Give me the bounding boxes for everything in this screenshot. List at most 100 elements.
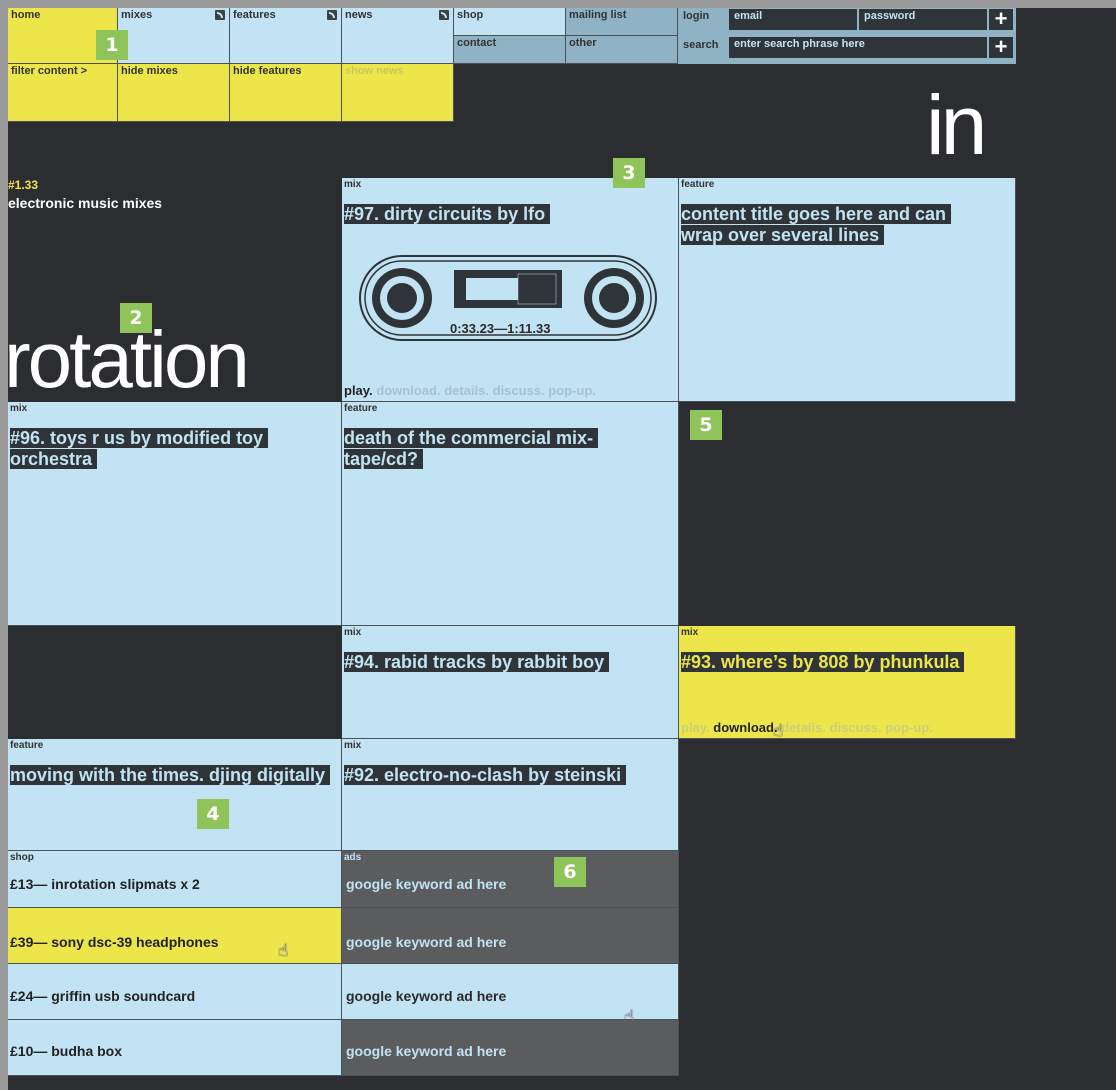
tile-tag: mix [344, 740, 362, 751]
nav-mailing-list[interactable]: mailing list [566, 8, 678, 36]
callout-badge: 6 [554, 857, 586, 887]
tile-title[interactable]: #97. dirty circuits by lfo [344, 204, 672, 225]
tile-tag: mix [681, 627, 699, 638]
ad-slot[interactable]: google keyword ad here ☝ [342, 964, 679, 1025]
ad-slot[interactable]: google keyword ad here [342, 1020, 679, 1076]
filter-content-label: filter content > [11, 65, 88, 77]
search-input[interactable]: enter search phrase here [729, 37, 987, 58]
rss-icon[interactable] [215, 10, 225, 20]
discuss-link[interactable]: discuss. [493, 383, 545, 398]
ad-text: google keyword ad here [346, 876, 507, 892]
tile-mix-94[interactable]: mix #94. rabid tracks by rabbit boy [342, 626, 679, 739]
tile-tag: feature [10, 740, 44, 751]
tile-title[interactable]: moving with the times. djing digitally [10, 765, 335, 786]
tile-tag: mix [344, 179, 362, 190]
details-link[interactable]: details. [444, 383, 489, 398]
password-field[interactable]: password [859, 9, 987, 30]
tile-tag: feature [681, 179, 715, 190]
show-news[interactable]: show news [342, 64, 454, 122]
discuss-link[interactable]: discuss. [830, 720, 882, 735]
tile-tag: mix [10, 403, 28, 414]
callout-badge: 2 [120, 303, 152, 333]
tile-title-text: moving with the times. djing digitally [10, 765, 331, 785]
callout-badge: 4 [197, 799, 229, 829]
shop-item[interactable]: £10— budha box [8, 1020, 342, 1076]
shop-item-label: £24— griffin usb soundcard [10, 988, 196, 1004]
tile-mix-96[interactable]: mix #96. toys r us by modified toy orche… [8, 402, 342, 626]
shop-item[interactable]: £24— griffin usb soundcard [8, 964, 342, 1020]
callout-badge: 1 [96, 30, 128, 60]
nav-news-label: news [345, 9, 373, 21]
filter-content[interactable]: filter content > [8, 64, 118, 122]
shop-item-label: £39— sony dsc-39 headphones [10, 934, 219, 950]
tile-tag: mix [344, 627, 362, 638]
nav-mailing-list-label: mailing list [569, 9, 627, 21]
shop-tag: shop [10, 852, 34, 863]
tile-title[interactable]: #96. toys r us by modified toy orchestra [10, 428, 335, 470]
download-link[interactable]: download. [713, 720, 777, 735]
callout-badge: 3 [613, 158, 645, 188]
tile-feature-moving[interactable]: feature moving with the times. djing dig… [8, 739, 342, 851]
ad-text: google keyword ad here [346, 1043, 507, 1059]
cassette-timecode: 0:33.23—1:11.33 [450, 321, 551, 336]
play-link[interactable]: play. [344, 383, 373, 398]
nav-contact[interactable]: contact [454, 36, 566, 64]
hide-mixes[interactable]: hide mixes [118, 64, 230, 122]
tile-title[interactable]: death of the commercial mix-tape/cd? [344, 428, 618, 470]
tile-mix-92[interactable]: mix #92. electro-no-clash by steinski [342, 739, 679, 851]
hide-mixes-label: hide mixes [121, 65, 178, 77]
tile-title-text: #97. dirty circuits by lfo [344, 204, 551, 224]
callout-badge: 5 [690, 410, 722, 440]
tagline: electronic music mixes [8, 195, 163, 211]
hide-features[interactable]: hide features [230, 64, 342, 122]
search-button[interactable]: + [989, 36, 1013, 58]
hide-features-label: hide features [233, 65, 302, 77]
tile-title[interactable]: content title goes here and can wrap ove… [681, 204, 965, 246]
search-label: search [683, 39, 719, 51]
nav-mixes[interactable]: mixes [118, 8, 230, 64]
nav-shop[interactable]: shop [454, 8, 566, 36]
nav-shop-label: shop [457, 9, 484, 21]
tile-feature-title[interactable]: feature content title goes here and can … [679, 178, 1016, 402]
tile-title-text: content title goes here and can wrap ove… [681, 204, 952, 245]
tile-mix-93[interactable]: mix #93. where’s by 808 by phunkula play… [679, 626, 1016, 739]
popup-link[interactable]: pop-up. [548, 383, 596, 398]
show-news-label: show news [345, 65, 404, 77]
shop-item-label: £10— budha box [10, 1043, 123, 1059]
download-link[interactable]: download. [376, 383, 440, 398]
login-button[interactable]: + [989, 8, 1013, 30]
tile-title-text: #96. toys r us by modified toy orchestra [10, 428, 269, 469]
hand-cursor-icon: ☝ [278, 941, 289, 960]
tile-mix-97[interactable]: mix #97. dirty circuits by lfo 0:33.23—1… [342, 178, 679, 402]
ad-slot[interactable]: google keyword ad here [342, 908, 679, 964]
tile-title[interactable]: #93. where’s by 808 by phunkula [681, 652, 1009, 673]
rss-icon[interactable] [327, 10, 337, 20]
nav-contact-label: contact [457, 37, 497, 49]
login-label: login [683, 10, 710, 22]
shop-item-label: £13— inrotation slipmats x 2 [10, 876, 200, 892]
tile-title[interactable]: #94. rabid tracks by rabbit boy [344, 652, 672, 673]
nav-other[interactable]: other [566, 36, 678, 64]
nav-features-label: features [233, 9, 276, 21]
ad-text: google keyword ad here [346, 934, 507, 950]
shop-item[interactable]: £39— sony dsc-39 headphones ☝ [8, 908, 342, 964]
tile-actions: play. download. details. discuss. pop-up… [681, 720, 933, 735]
tile-title[interactable]: #92. electro-no-clash by steinski [344, 765, 672, 786]
email-field[interactable]: email [729, 9, 857, 30]
nav-news[interactable]: news [342, 8, 454, 64]
ad-slot[interactable]: ads google keyword ad here [342, 851, 679, 908]
rss-icon[interactable] [439, 10, 449, 20]
tile-feature-death[interactable]: feature death of the commercial mix-tape… [342, 402, 679, 626]
tile-title-text: #94. rabid tracks by rabbit boy [344, 652, 610, 672]
nav-home-label: home [11, 9, 41, 21]
play-link[interactable]: play. [681, 720, 710, 735]
tile-tag: feature [344, 403, 378, 414]
popup-link[interactable]: pop-up. [885, 720, 933, 735]
ad-text: google keyword ad here [346, 988, 507, 1004]
shop-item[interactable]: shop £13— inrotation slipmats x 2 [8, 851, 342, 908]
ads-tag: ads [344, 852, 362, 863]
nav-features[interactable]: features [230, 8, 342, 64]
nav-other-label: other [569, 37, 597, 49]
nav-mixes-label: mixes [121, 9, 153, 21]
details-link[interactable]: details. [781, 720, 826, 735]
